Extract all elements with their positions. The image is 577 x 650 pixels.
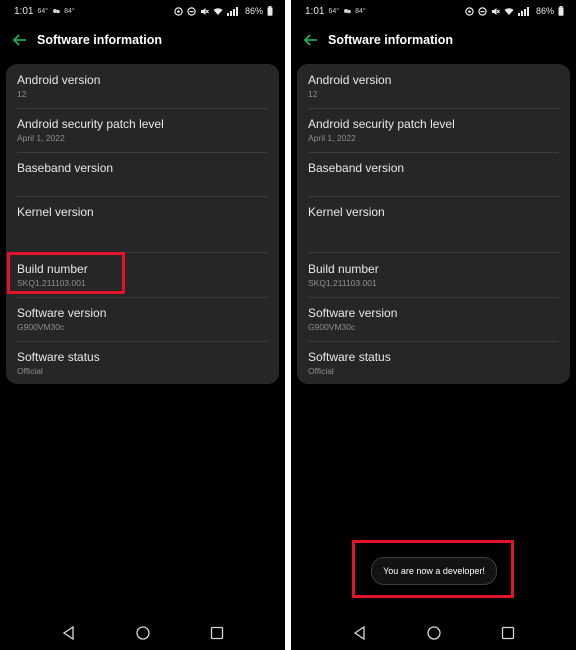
list-item-kernel-version[interactable]: Kernel version <box>17 205 268 221</box>
list-item-baseband-version[interactable]: Baseband version <box>308 161 559 177</box>
item-value: G900VM30c <box>17 322 65 332</box>
battery-icon <box>267 6 273 16</box>
item-label: Software status <box>308 350 391 364</box>
battery-percent: 86% <box>244 6 263 16</box>
status-bar: 1:01 64° 84° 86% <box>0 0 285 22</box>
back-triangle-icon[interactable] <box>353 626 367 640</box>
navigation-bar <box>291 622 576 644</box>
battery-icon <box>558 6 564 16</box>
divider <box>17 108 268 109</box>
divider <box>17 341 268 342</box>
divider <box>17 152 268 153</box>
list-item-software-status[interactable]: Software status Official <box>308 350 559 376</box>
item-label: Build number <box>308 262 379 276</box>
item-label: Android security patch level <box>308 117 455 131</box>
item-label: Kernel version <box>17 205 94 219</box>
signal-icon <box>517 6 532 16</box>
battery-percent: 86% <box>535 6 554 16</box>
item-label: Software status <box>17 350 100 364</box>
divider <box>308 108 559 109</box>
weather-icon <box>343 8 351 14</box>
page-title: Software information <box>37 33 163 47</box>
item-value: 12 <box>308 89 318 99</box>
list-item-baseband-version[interactable]: Baseband version <box>17 161 268 177</box>
app-header: Software information <box>291 28 576 52</box>
recents-square-icon[interactable] <box>501 626 515 640</box>
item-label: Android security patch level <box>17 117 164 131</box>
sync-icon <box>465 6 474 16</box>
signal-icon <box>226 6 241 16</box>
phone-screen-left: 1:01 64° 84° 86% Software information An… <box>0 0 285 650</box>
item-value: SKQ1.211103.001 <box>308 278 377 288</box>
status-temp-2: 84° <box>355 7 366 15</box>
divider <box>308 341 559 342</box>
phone-screen-right: 1:01 64° 84° 86% Software information An… <box>291 0 576 650</box>
item-label: Android version <box>308 73 392 87</box>
do-not-disturb-icon <box>187 6 196 16</box>
home-circle-icon[interactable] <box>426 626 441 640</box>
item-value: April 1, 2022 <box>308 133 356 143</box>
divider <box>17 297 268 298</box>
list-item-kernel-version[interactable]: Kernel version <box>308 205 559 221</box>
divider <box>308 297 559 298</box>
divider <box>308 252 559 253</box>
page-title: Software information <box>328 33 454 47</box>
arrow-left-icon[interactable] <box>303 32 319 48</box>
navigation-bar <box>0 622 285 644</box>
toast-highlight <box>352 540 514 598</box>
item-label: Baseband version <box>308 161 405 175</box>
status-temp-1: 64° <box>328 7 340 15</box>
sync-icon <box>174 6 183 16</box>
weather-icon <box>52 8 60 14</box>
item-label: Android version <box>17 73 101 87</box>
recents-square-icon[interactable] <box>210 626 224 640</box>
item-label: Software version <box>17 306 107 320</box>
app-header: Software information <box>0 28 285 52</box>
mute-icon <box>200 7 209 16</box>
status-temp-2: 84° <box>64 7 75 15</box>
status-time: 1:01 <box>14 5 34 17</box>
list-item-software-status[interactable]: Software status Official <box>17 350 268 376</box>
list-item-software-version[interactable]: Software version G900VM30c <box>308 306 559 332</box>
divider <box>308 196 559 197</box>
build-number-highlight <box>7 252 125 294</box>
item-label: Kernel version <box>308 205 385 219</box>
status-bar: 1:01 64° 84° 86% <box>291 0 576 22</box>
list-item-security-patch[interactable]: Android security patch level April 1, 20… <box>17 117 268 143</box>
item-label: Baseband version <box>17 161 114 175</box>
list-item-android-version[interactable]: Android version 12 <box>308 73 559 99</box>
home-circle-icon[interactable] <box>135 626 150 640</box>
item-value: 12 <box>17 89 27 99</box>
status-time: 1:01 <box>305 5 325 17</box>
item-value: G900VM30c <box>308 322 356 332</box>
arrow-left-icon[interactable] <box>12 32 28 48</box>
item-value: April 1, 2022 <box>17 133 65 143</box>
list-item-build-number[interactable]: Build number SKQ1.211103.001 <box>308 262 559 288</box>
list-item-software-version[interactable]: Software version G900VM30c <box>17 306 268 332</box>
list-item-security-patch[interactable]: Android security patch level April 1, 20… <box>308 117 559 143</box>
item-value: Official <box>17 366 43 376</box>
do-not-disturb-icon <box>478 6 487 16</box>
item-value: Official <box>308 366 334 376</box>
wifi-icon <box>213 7 223 16</box>
divider <box>308 152 559 153</box>
list-item-android-version[interactable]: Android version 12 <box>17 73 268 99</box>
status-temp-1: 64° <box>37 7 49 15</box>
divider <box>17 196 268 197</box>
item-label: Software version <box>308 306 398 320</box>
wifi-icon <box>504 7 514 16</box>
back-triangle-icon[interactable] <box>62 626 76 640</box>
mute-icon <box>491 7 500 16</box>
info-list-card: Android version 12 Android security patc… <box>297 64 570 384</box>
info-list-card: Android version 12 Android security patc… <box>6 64 279 384</box>
